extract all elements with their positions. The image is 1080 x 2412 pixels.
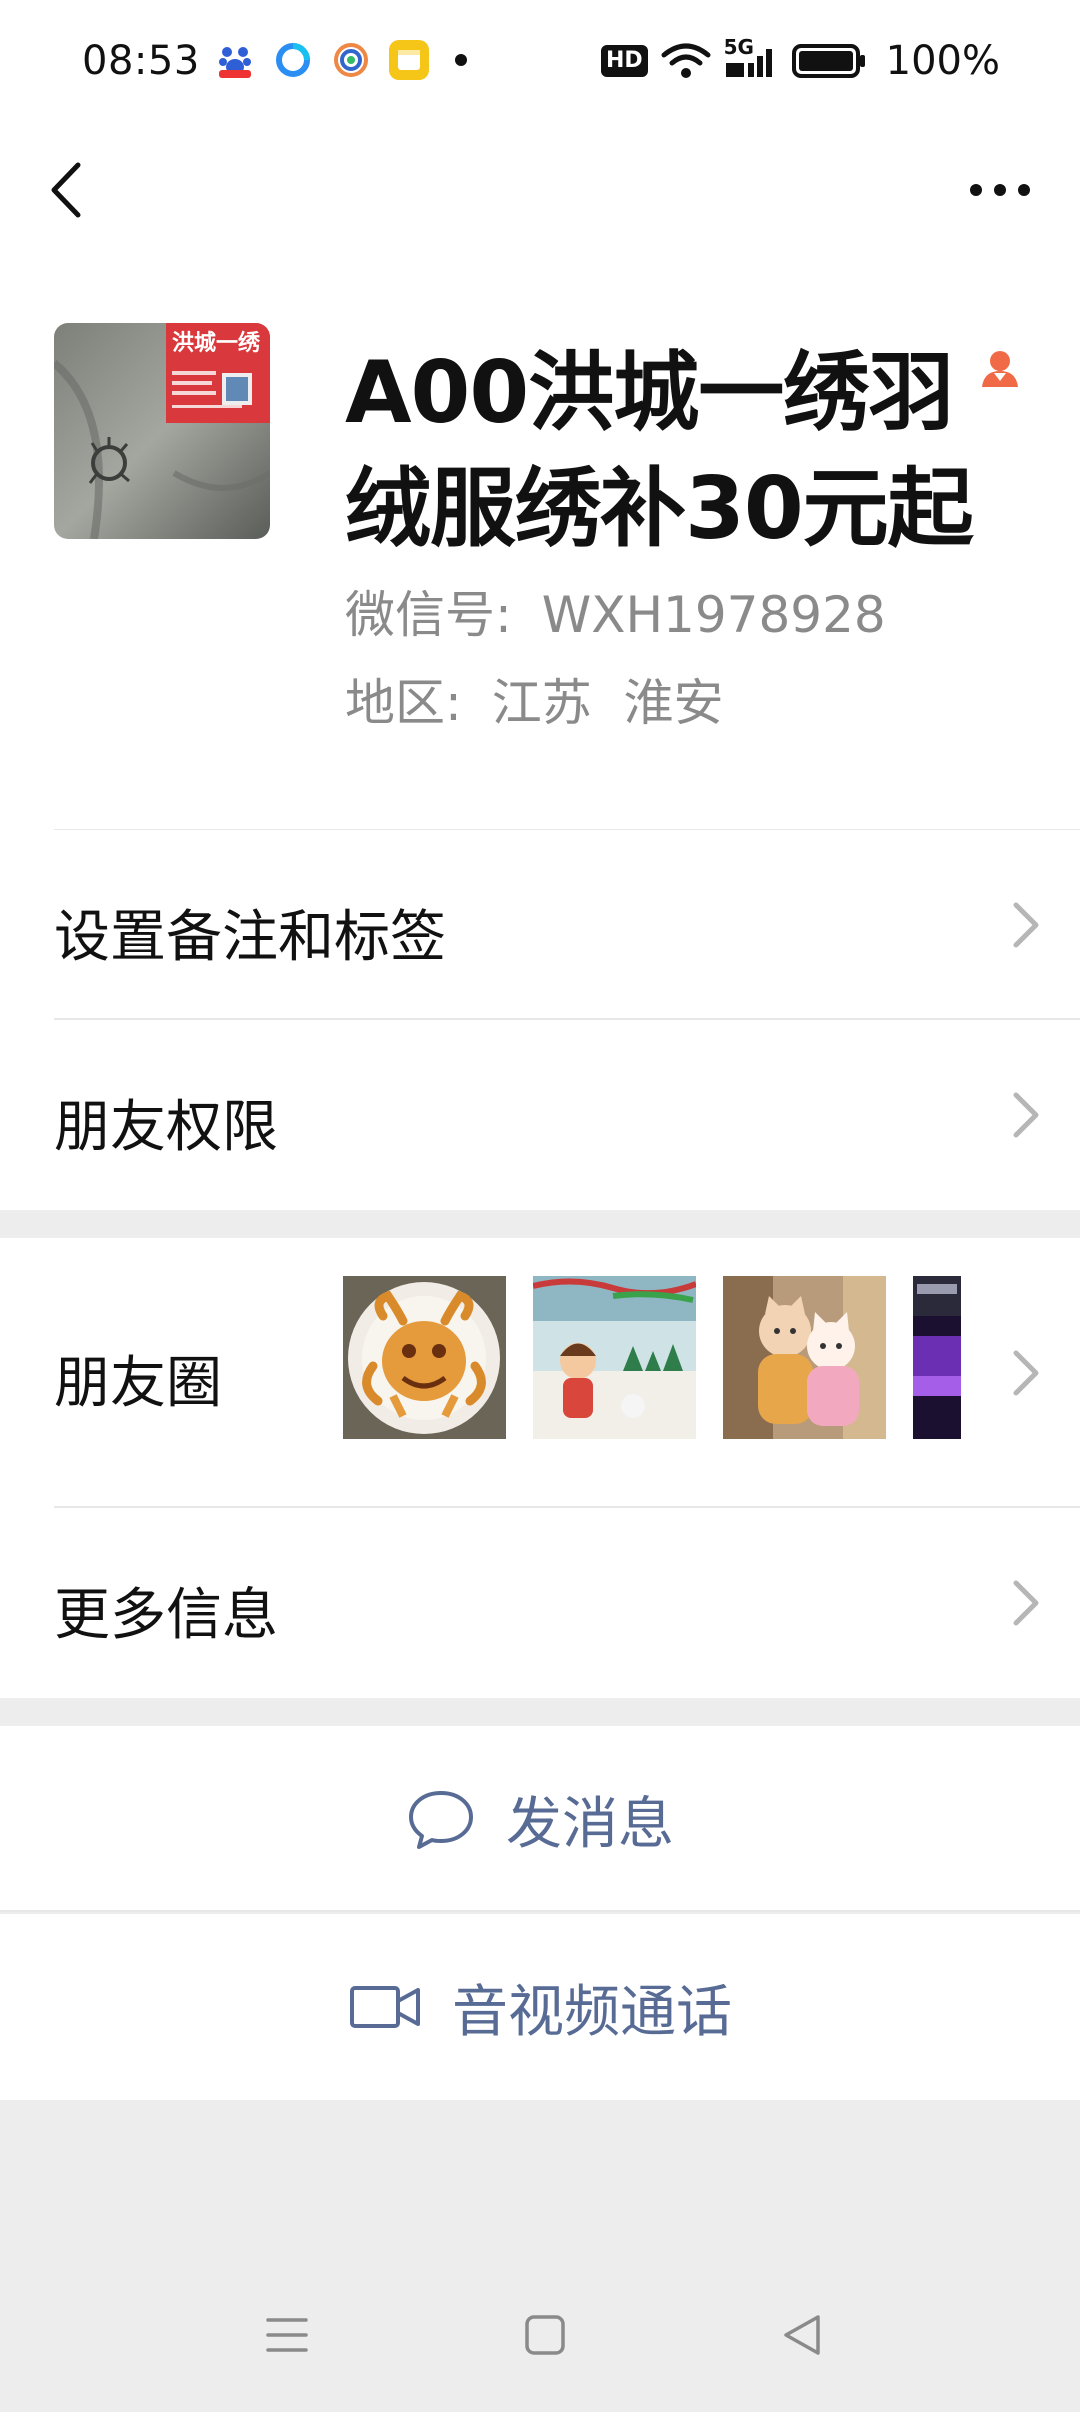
wechat-id-label: 微信号: <box>345 586 512 644</box>
moments-label: 朋友圈 <box>54 1351 222 1416</box>
chevron-right-icon <box>1013 902 1039 948</box>
home-square-icon[interactable] <box>520 2310 570 2360</box>
region-value: 江苏 淮安 <box>491 674 724 732</box>
wechat-id-value: WXH1978928 <box>541 586 886 644</box>
status-indicators: HD 5G 100% <box>600 35 1000 84</box>
profile-card: 洪城一绣 A00洪城一绣羽绒服绣补30元起 微信号: WXH1978928 地区… <box>0 255 1080 831</box>
wechat-id: 微信号: WXH1978928 <box>345 575 886 647</box>
wifi-icon <box>661 43 711 78</box>
more-info-row[interactable]: 更多信息 <box>0 1508 1080 1698</box>
region: 地区: 江苏 淮安 <box>345 663 724 735</box>
chat-bubble-icon <box>409 1791 473 1849</box>
status-app-icons <box>215 40 467 80</box>
video-camera-icon <box>350 1986 420 2028</box>
browser-app-icon <box>273 40 313 80</box>
chevron-right-icon <box>1013 1580 1039 1626</box>
signal-icon: 5G <box>724 35 780 81</box>
contact-name: A00洪城一绣羽绒服绣补30元起 <box>345 343 974 559</box>
friend-permissions-row[interactable]: 朋友权限 <box>0 1020 1080 1210</box>
notification-dot <box>455 54 467 66</box>
moments-thumb-cats <box>723 1276 886 1439</box>
region-label: 地区: <box>345 674 462 732</box>
status-time: 08:53 <box>82 38 200 84</box>
back-triangle-icon[interactable] <box>778 2310 828 2360</box>
battery-percent: 100% <box>885 38 1000 84</box>
more-dots-icon <box>970 184 1030 196</box>
back-button[interactable] <box>40 155 100 225</box>
system-navigation-bar <box>0 2260 1080 2412</box>
back-arrow-icon <box>51 162 81 218</box>
gender-icon <box>978 347 1022 391</box>
more-info-label: 更多信息 <box>54 1583 278 1648</box>
contact-profile-screen: 08:53 HD 5G 100% 洪城一绣 A00洪城一绣羽绒服绣补30元起 微… <box>0 0 1080 2412</box>
menu-lines-icon[interactable] <box>262 2310 312 2360</box>
set-remarks-row[interactable]: 设置备注和标签 <box>0 830 1080 1020</box>
video-call-label: 音视频通话 <box>452 1979 732 2045</box>
battery-icon <box>791 44 865 78</box>
assistant-app-icon <box>331 40 371 80</box>
friend-permissions-label: 朋友权限 <box>54 1095 278 1160</box>
hd-badge: HD <box>600 45 648 77</box>
contact-avatar[interactable]: 洪城一绣 <box>54 323 270 539</box>
baidu-app-icon <box>215 40 255 80</box>
notes-app-icon <box>389 40 429 80</box>
moments-thumbnails <box>343 1276 961 1439</box>
moments-row[interactable]: 朋友圈 <box>0 1238 1080 1508</box>
chevron-right-icon <box>1013 1092 1039 1138</box>
divider <box>0 1910 1080 1912</box>
more-options-button[interactable] <box>960 160 1040 220</box>
send-message-button[interactable]: 发消息 <box>0 1726 1080 1912</box>
send-message-label: 发消息 <box>506 1791 674 1857</box>
chevron-right-icon <box>1013 1350 1039 1396</box>
moments-thumb-dragon <box>343 1276 506 1439</box>
video-call-button[interactable]: 音视频通话 <box>0 1914 1080 2100</box>
avatar-sign-text: 洪城一绣 <box>172 331 261 356</box>
moments-thumb-cartoon <box>533 1276 696 1439</box>
set-remarks-label: 设置备注和标签 <box>54 905 446 970</box>
status-bar: 08:53 HD 5G 100% <box>0 0 1080 125</box>
nav-bar <box>0 125 1080 255</box>
moments-thumb-event <box>913 1276 961 1439</box>
